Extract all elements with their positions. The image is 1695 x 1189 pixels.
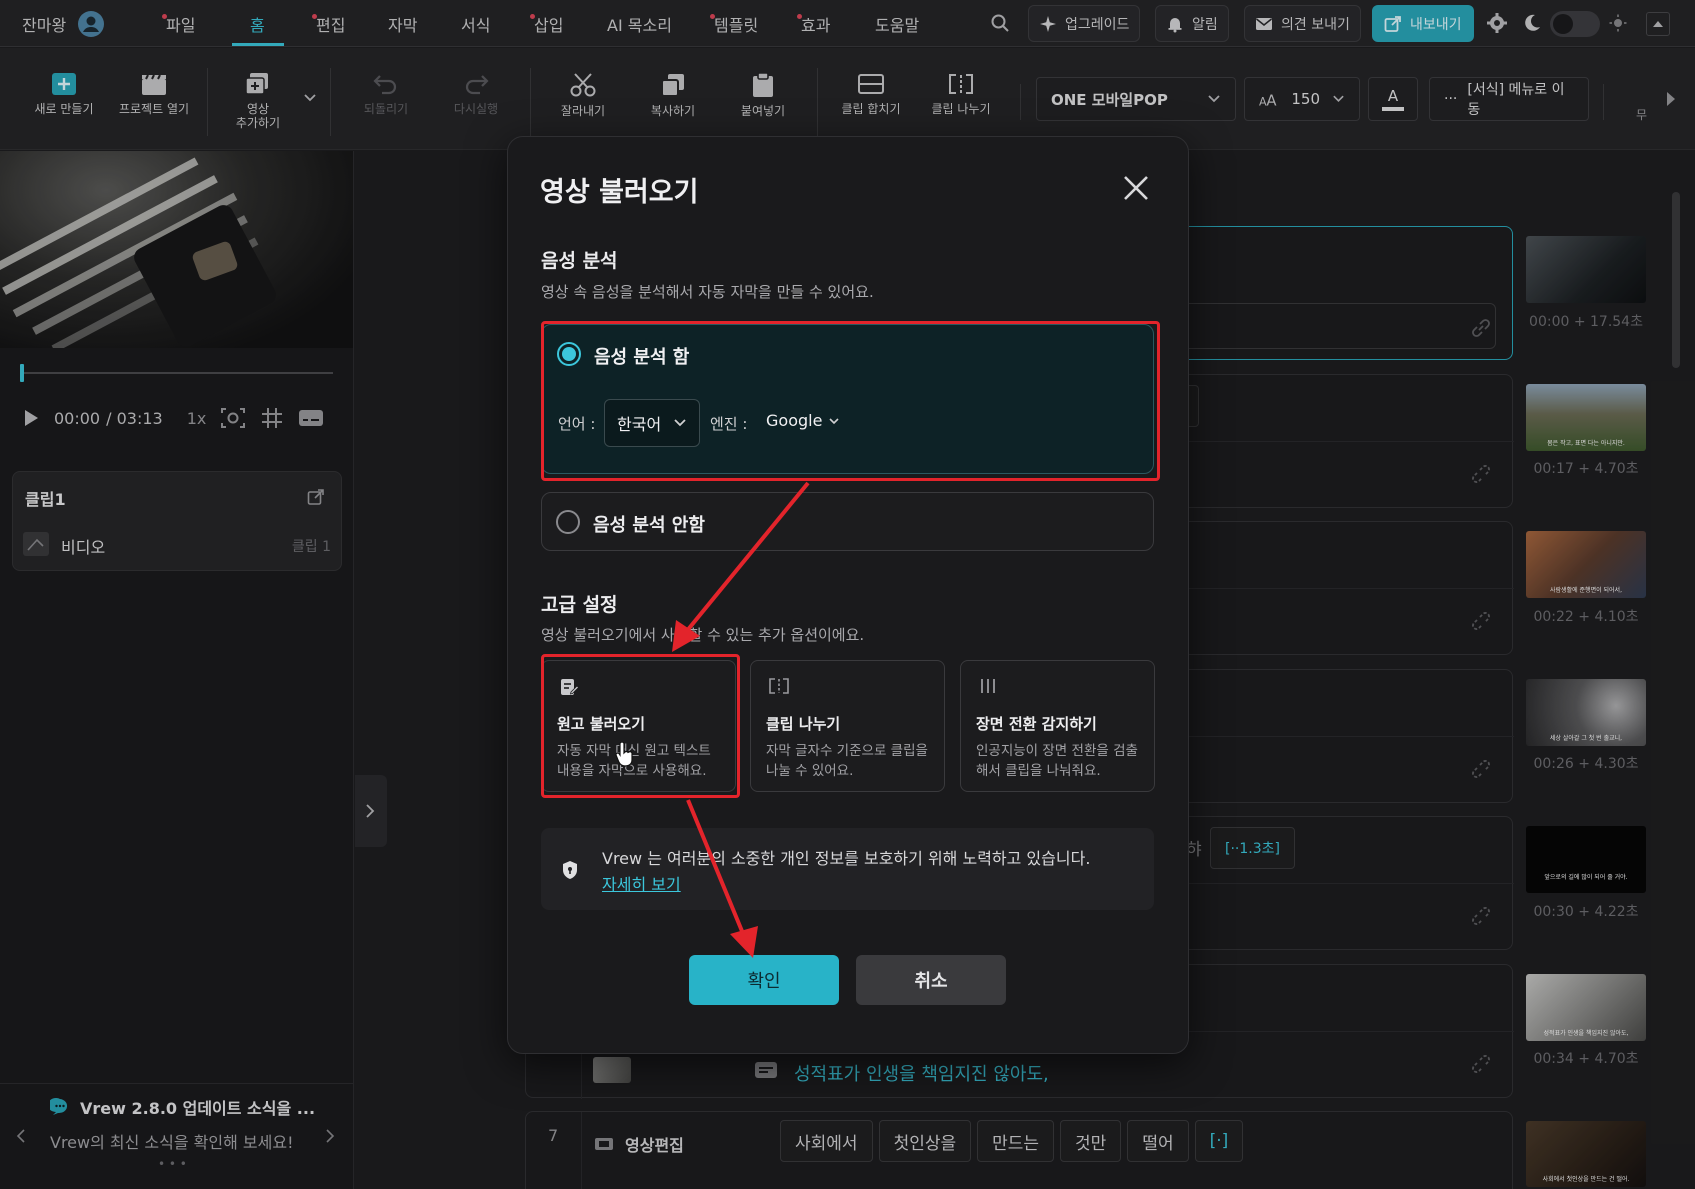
annotation-arrows — [672, 481, 810, 958]
hand-cursor-icon — [615, 742, 633, 767]
